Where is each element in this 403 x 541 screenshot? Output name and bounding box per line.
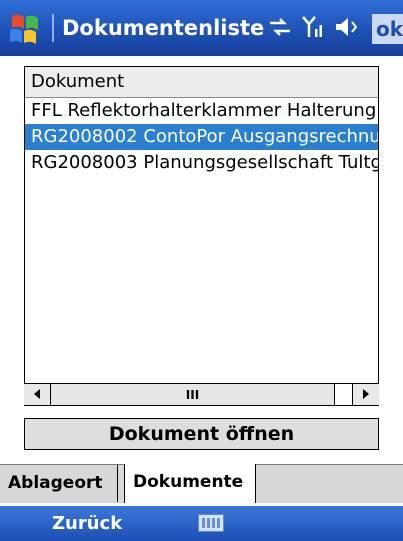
list-item[interactable]: RG2008003 Planungsgesellschaft Tultgen [25,150,378,176]
connectivity-icon[interactable] [268,17,292,41]
arrow-right-icon [361,385,371,404]
system-tray [268,16,360,42]
windows-start-icon[interactable] [6,12,48,46]
tab-dokumente[interactable]: Dokumente [124,464,256,503]
scroll-left-button[interactable] [24,384,51,405]
column-header-dokument[interactable]: Dokument [25,67,378,98]
document-list[interactable]: Dokument FFL Reflektorhalterklammer Halt… [24,66,379,406]
keyboard-icon[interactable] [198,514,224,532]
list-item[interactable]: FFL Reflektorhalterklammer Halterung [25,98,378,124]
scroll-right-button[interactable] [352,384,379,405]
open-document-button[interactable]: Dokument öffnen [24,418,379,450]
title-bar: Dokumentenliste ok [0,0,403,56]
window-title: Dokumentenliste [62,16,265,40]
back-softkey[interactable]: Zurück [52,506,122,541]
scroll-track[interactable]: III [51,384,352,405]
tab-bar: Ablageort Dokumente [0,464,403,503]
horizontal-scrollbar[interactable]: III [24,383,379,405]
arrow-left-icon [32,385,42,404]
scroll-thumb[interactable]: III [51,384,335,405]
signal-icon[interactable] [302,15,324,43]
menu-bar: Zurück [0,506,403,541]
tab-ablageort[interactable]: Ablageort [0,465,118,502]
scroll-grip: III [185,387,200,402]
title-separator [52,14,54,42]
list-item-selected[interactable]: RG2008002 ContoPor Ausgangsrechnung [25,124,378,150]
volume-icon[interactable] [334,16,360,42]
ok-button[interactable]: ok [372,14,403,44]
